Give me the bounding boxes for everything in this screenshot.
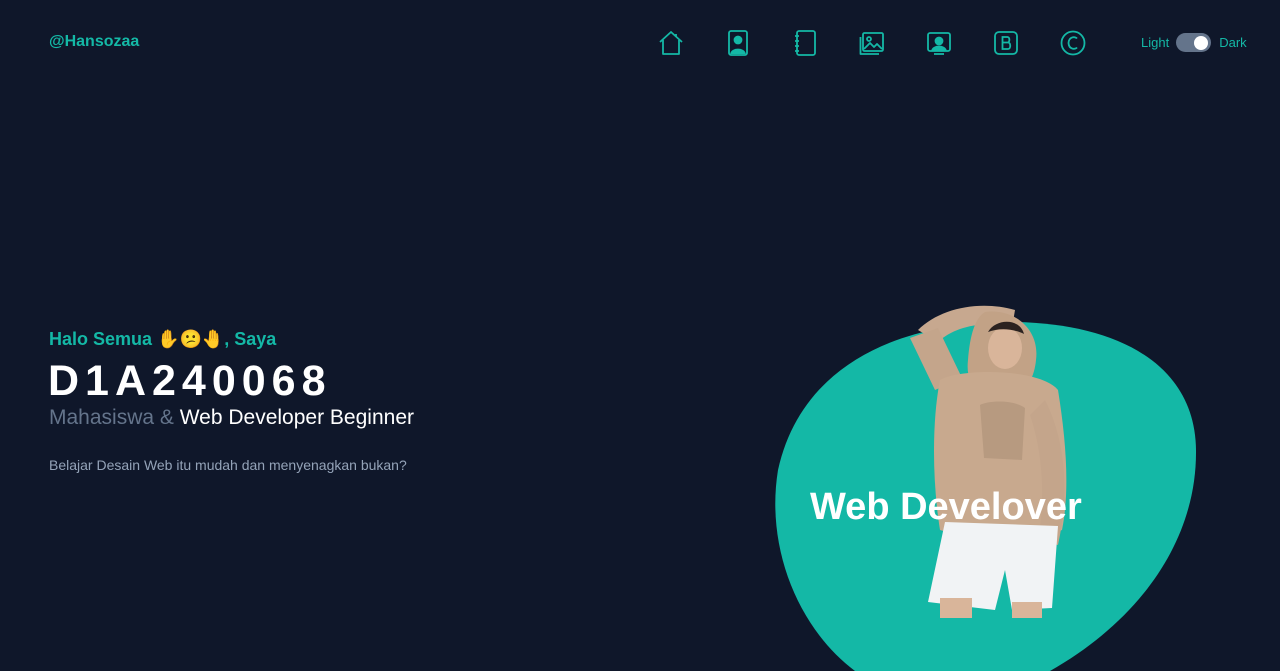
site-logo[interactable]: @Hansozaa <box>49 33 139 51</box>
hero-photo <box>775 305 1197 671</box>
blog-icon <box>994 31 1018 55</box>
hero-illustration: Web Develover <box>740 290 1220 671</box>
theme-dark-label: Dark <box>1219 35 1247 50</box>
contact-icon <box>927 32 951 55</box>
nav-about[interactable] <box>725 29 751 57</box>
hero-role: Mahasiswa & Web Developer Beginner <box>49 406 414 430</box>
home-icon <box>659 31 683 55</box>
gallery-icon <box>859 32 884 55</box>
notebook-icon <box>795 30 816 56</box>
hero-image-overlay: Web Develover <box>810 486 1082 528</box>
page: @Hansozaa Light Dark Halo Semua ✋😕🤚, Say… <box>0 0 1280 671</box>
toggle-knob <box>1194 35 1209 50</box>
nav-gallery[interactable] <box>859 29 885 57</box>
hero-greeting: Halo Semua ✋😕🤚, Saya <box>49 329 277 349</box>
nav-notes[interactable] <box>792 29 818 57</box>
theme-toggle[interactable] <box>1176 33 1212 52</box>
nav-contact[interactable] <box>926 29 952 57</box>
main-nav <box>658 29 1086 57</box>
hero-tagline: Belajar Desain Web itu mudah dan menyena… <box>49 457 407 473</box>
theme-switcher: Light Dark <box>1141 33 1247 52</box>
role-highlight: Web Developer Beginner <box>179 406 414 429</box>
nav-blog[interactable] <box>993 29 1019 57</box>
nav-home[interactable] <box>658 29 684 57</box>
role-muted: Mahasiswa & <box>49 406 174 429</box>
nav-copyright[interactable] <box>1060 29 1086 57</box>
theme-light-label: Light <box>1141 35 1170 50</box>
header: @Hansozaa Light Dark <box>0 0 1280 86</box>
about-icon <box>728 30 748 56</box>
hero-name: D1A240068 <box>48 357 332 405</box>
copyright-icon <box>1060 30 1086 56</box>
